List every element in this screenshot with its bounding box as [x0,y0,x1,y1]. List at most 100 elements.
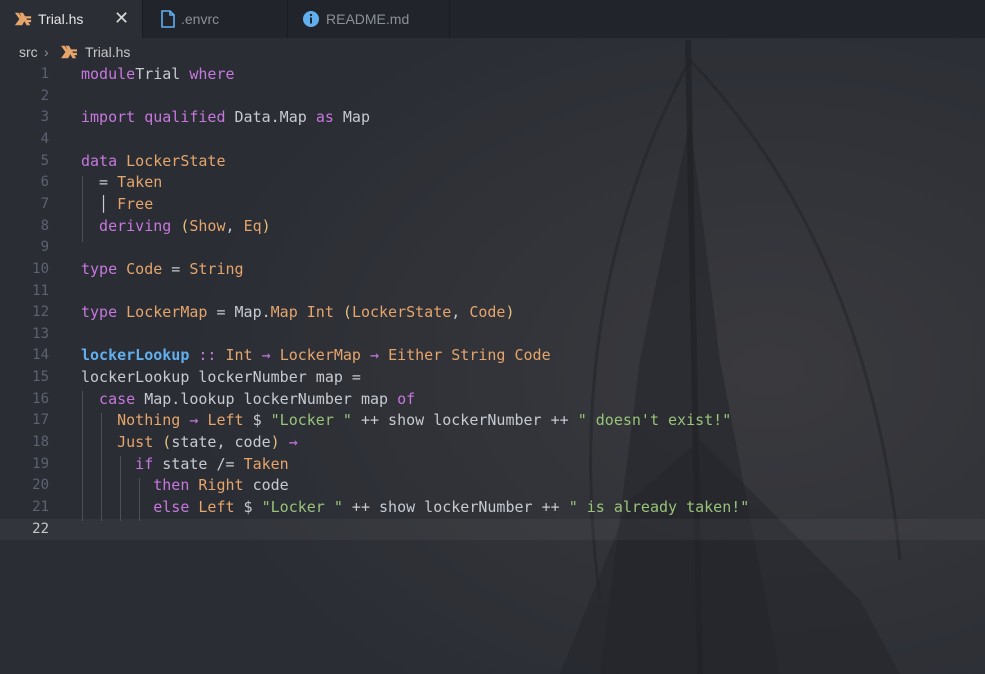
code-text: type Code = String [81,260,244,278]
code-token: code [252,476,289,495]
breadcrumb: src › Trial.hs [0,38,985,66]
code-line[interactable]: 20 then Right code [0,475,985,496]
code-token: Trial [135,65,190,83]
breadcrumb-folder[interactable]: src [19,44,38,60]
code-line[interactable]: 22 [0,518,985,540]
code-text: data LockerState [81,152,226,170]
code-line[interactable]: 21 else Left $ "Locker " ++ show lockerN… [0,497,985,518]
line-number: 17 [32,412,49,429]
code-token: " doesn't exist!" [577,411,732,430]
line-number: 21 [32,499,49,515]
code-line[interactable]: 12 type LockerMap = Map.Map Int (LockerSt… [0,302,985,323]
code-token: type [81,259,127,278]
code-line[interactable]: 4 [0,129,985,150]
file-icon [161,10,175,28]
line-number: 18 [32,434,49,451]
code-token: "Locker " [270,411,352,430]
code-token: → [180,411,208,430]
code-token: "Locker " [261,498,343,516]
tab-trial-hs[interactable]: Trial.hs ✕ [0,0,143,38]
line-number: 12 [32,304,49,321]
code-line[interactable]: 8 deriving (Show, Eq) [0,216,985,237]
code-token: Taken [243,454,289,473]
code-line[interactable]: 15 lockerLookup lockerNumber map = [0,367,985,388]
code-text: if state /= Taken [81,455,289,473]
line-number: 5 [40,152,49,169]
code-token: " is already taken!" [568,498,750,516]
code-line[interactable]: 17 Nothing → Left $ "Locker " ++ show lo… [0,410,985,431]
code-text: lockerLookup lockerNumber map = [81,368,361,386]
code-line[interactable]: 11 [0,281,985,302]
code-token: Map Int [270,303,343,322]
code-token: ) [505,303,515,322]
code-line[interactable]: 9 [0,237,985,258]
line-number: 14 [32,347,49,364]
line-number: 7 [40,195,49,212]
code-token: ++ show lockerNumber ++ [342,498,569,516]
code-token: data [81,151,127,170]
indent-guide [139,478,140,521]
code-token: lockerLookup [81,346,190,365]
code-token: import qualified [81,108,235,127]
code-line[interactable]: 10 type Code = String [0,259,985,280]
tab-label: Trial.hs [38,11,84,27]
info-icon [303,11,319,27]
code-line[interactable]: 13 [0,324,985,345]
code-line[interactable]: 7 │ Free [0,194,985,215]
code-token: Left [198,498,235,516]
code-token: Code [469,303,506,322]
code-token: module [81,65,136,83]
haskell-icon [14,12,32,26]
code-text: import qualified Data.Map as Map [81,108,370,126]
code-token: state, code [171,433,271,452]
close-icon[interactable]: ✕ [114,8,129,28]
line-number: 1 [40,66,49,82]
tab-bar: Trial.hs ✕ .envrc README.md [0,0,985,38]
code-token: → [252,346,280,365]
code-line[interactable]: 5 data LockerState [0,151,985,172]
line-number: 2 [40,87,49,104]
code-text: moduleTrial where [81,65,235,83]
code-line[interactable]: 19 if state /= Taken [0,454,985,475]
line-number: 10 [32,260,49,277]
tab-readme-md[interactable]: README.md [288,0,450,38]
code-line[interactable]: 2 [0,86,985,107]
line-number: 22 [32,520,49,537]
code-token: deriving [81,216,181,235]
code-token: Right [198,476,253,495]
indent-guide [82,391,83,521]
code-token: ) [261,216,271,235]
code-line[interactable]: 6 = Taken [0,172,985,193]
code-token: Free [117,194,154,213]
code-token: LockerState [351,303,452,322]
code-token: , [225,216,244,235]
tab-envrc[interactable]: .envrc [143,0,288,38]
code-text: deriving (Show, Eq) [81,217,271,235]
code-text: else Left $ "Locker " ++ show lockerNumb… [81,498,749,516]
code-token: Left [207,411,244,430]
code-line[interactable]: 14 lockerLookup :: Int → LockerMap → Eith… [0,345,985,366]
code-text: type LockerMap = Map.Map Int (LockerStat… [81,303,515,321]
breadcrumb-file[interactable]: Trial.hs [85,44,130,60]
line-number: 9 [40,239,49,256]
code-line[interactable]: 16 case Map.lookup lockerNumber map of [0,389,985,410]
indent-guide [82,176,83,242]
code-token: String [189,259,244,278]
code-token: Map [342,108,370,127]
code-token: LockerMap [126,303,208,322]
code-token: Either String Code [388,346,551,365]
code-token: of [397,389,416,408]
code-text: Nothing → Left $ "Locker " ++ show locke… [81,411,731,429]
code-token: ( [162,433,172,452]
code-token: LockerState [126,151,226,170]
line-number: 8 [40,217,49,234]
code-line[interactable]: 3 import qualified Data.Map as Map [0,107,985,128]
code-editor[interactable]: 22 21 else Left $ "Locker " ++ show locke… [0,64,985,674]
code-line[interactable]: 18 Just (state, code) → [0,432,985,453]
code-text: = Taken [81,173,162,191]
code-token: if [81,454,163,473]
code-token: Eq [243,216,262,235]
line-number: 13 [32,325,49,342]
code-line[interactable]: 1 moduleTrial where [0,64,985,85]
haskell-icon [61,45,77,59]
